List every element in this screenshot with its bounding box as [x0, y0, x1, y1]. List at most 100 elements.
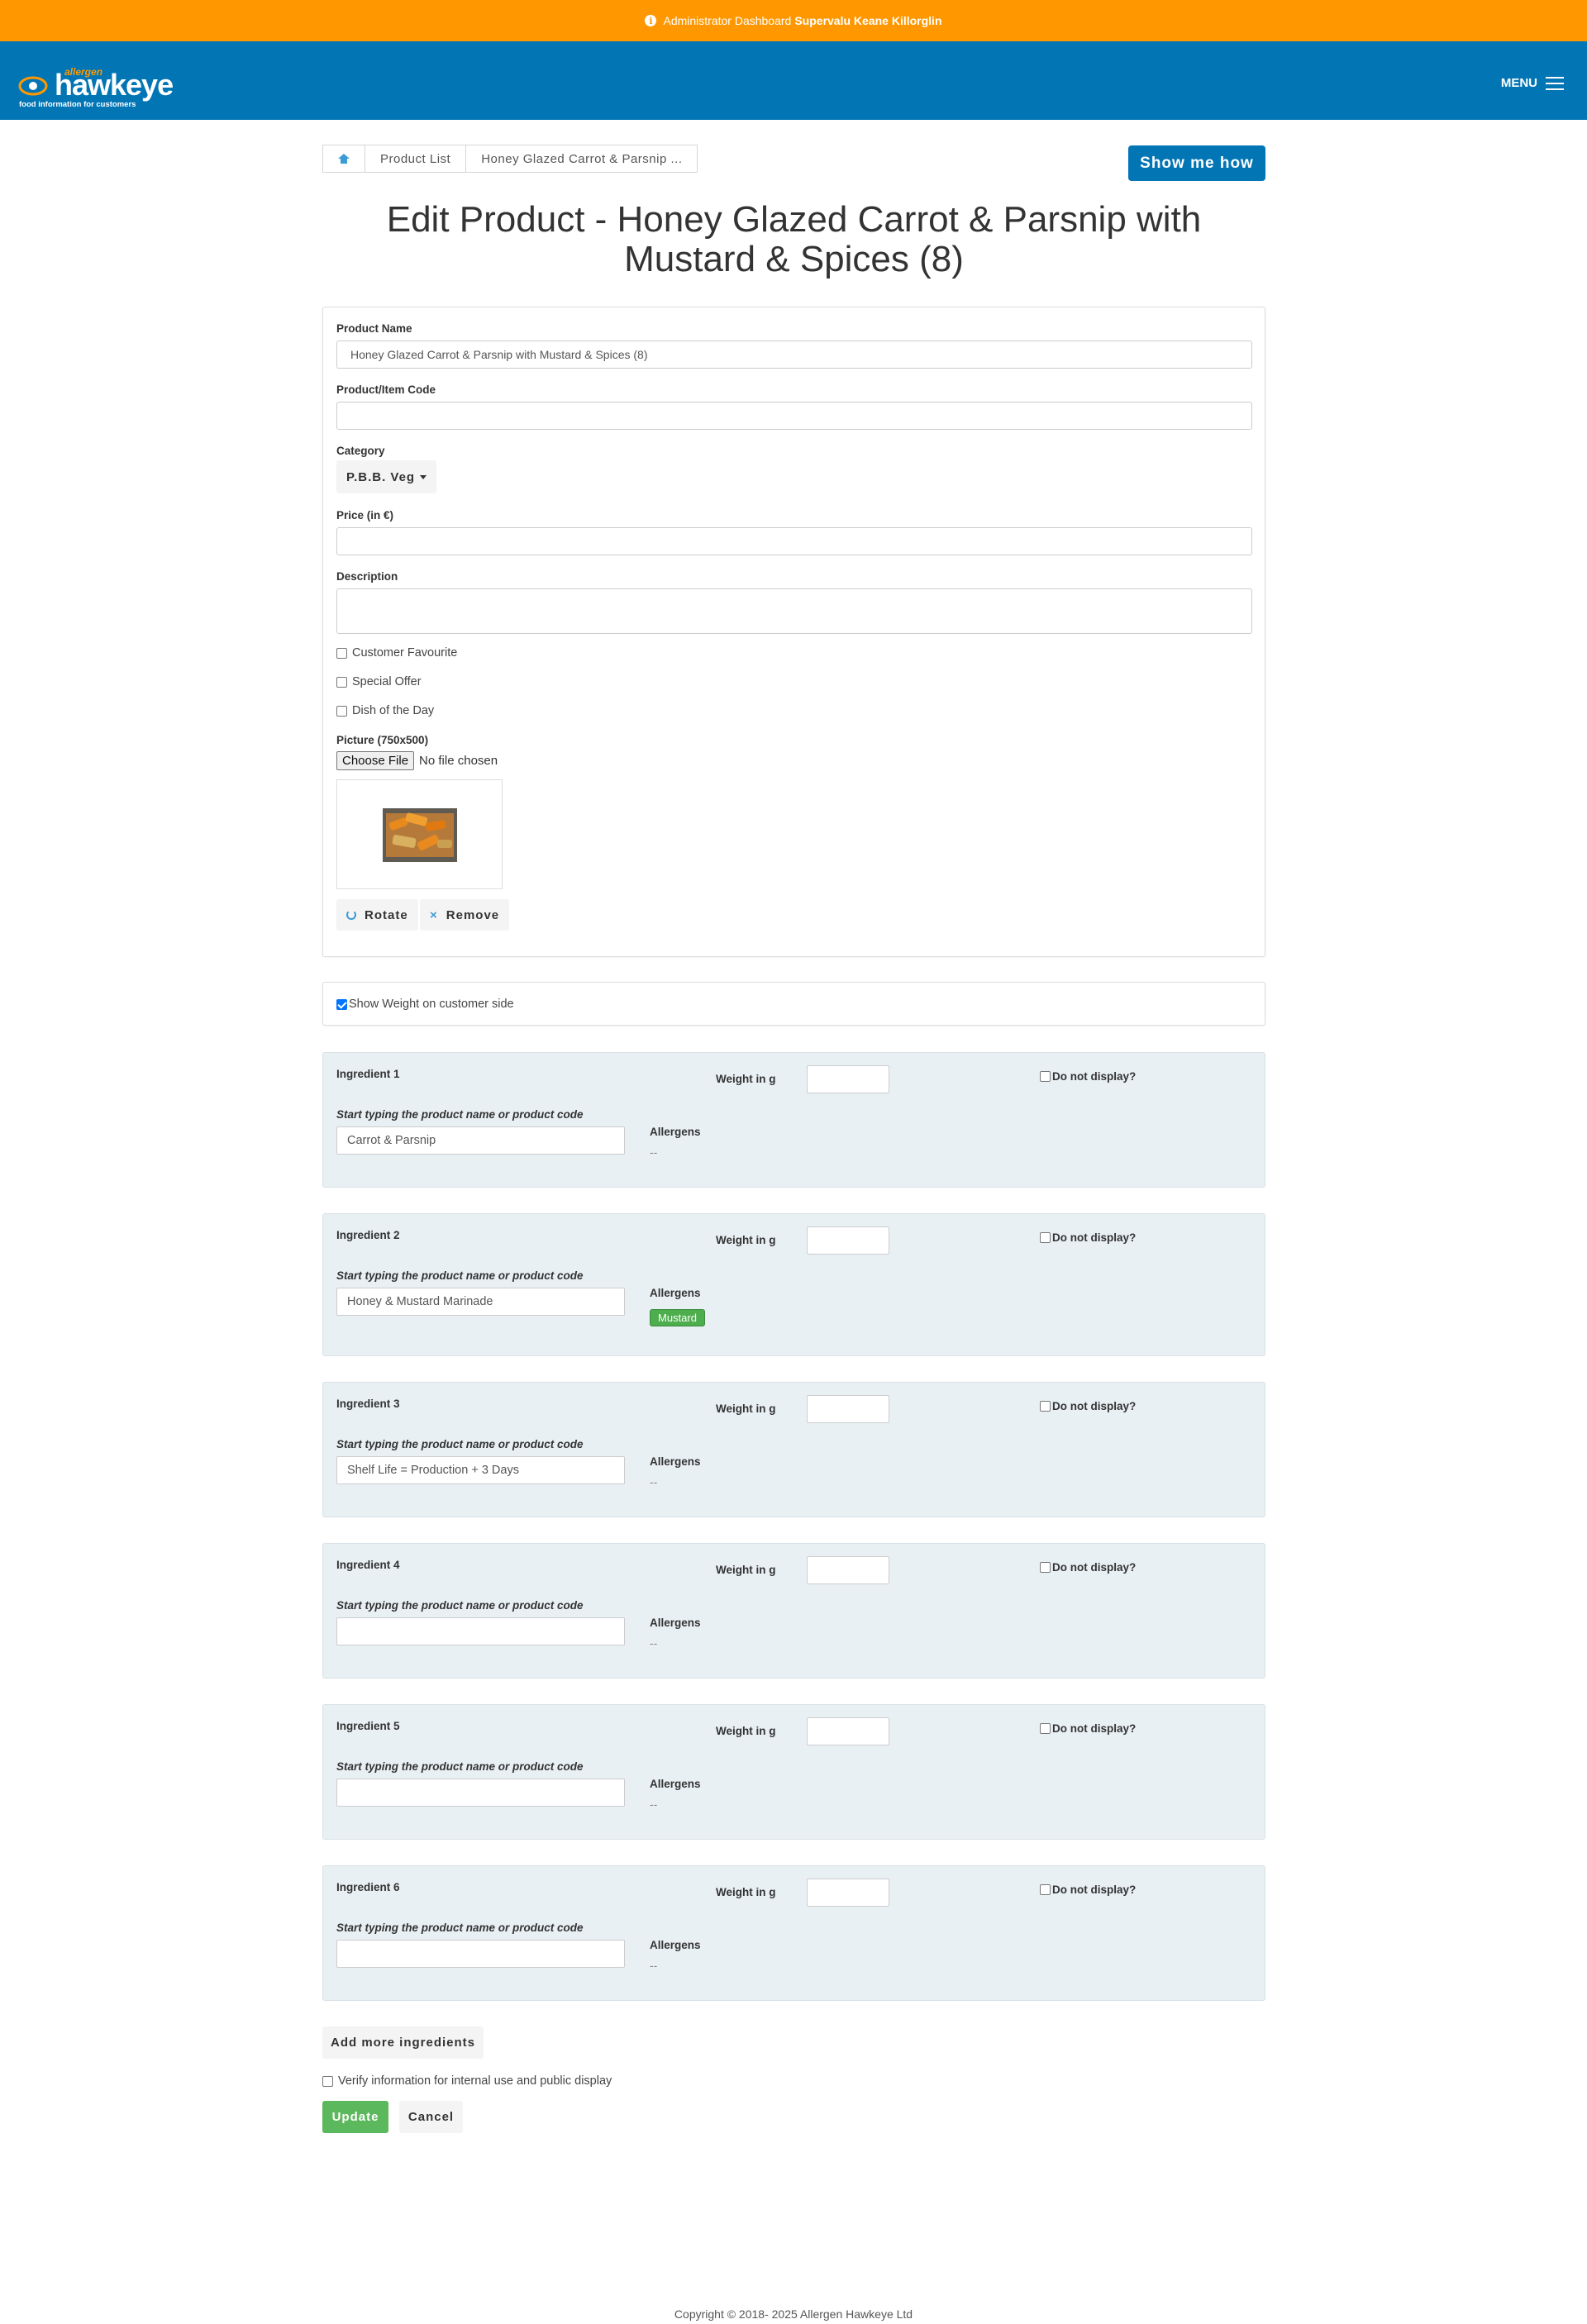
ingredient-hint: Start typing the product name or product… [336, 1438, 584, 1450]
remove-label: Remove [446, 907, 500, 922]
do-not-display-checkbox[interactable] [1040, 1071, 1051, 1082]
file-status: No file chosen [419, 754, 498, 768]
rotate-button[interactable]: Rotate [336, 899, 418, 931]
allergens-value: -- [650, 1145, 658, 1159]
allergens-value: -- [650, 1798, 658, 1811]
product-name-label: Product Name [336, 322, 412, 335]
rotate-label: Rotate [365, 907, 408, 922]
weight-input[interactable] [807, 1065, 889, 1093]
do-not-display-row: Do not display? [1040, 1400, 1136, 1412]
ingredient-search-input[interactable]: Shelf Life = Production + 3 Days [336, 1456, 625, 1484]
ingredient-hint: Start typing the product name or product… [336, 1599, 584, 1612]
navbar: allergen hawkeye food information for cu… [0, 41, 1587, 120]
info-icon: i [645, 15, 657, 26]
home-icon [338, 154, 350, 164]
eye-logo-icon [18, 76, 48, 96]
allergens-label: Allergens [650, 1455, 701, 1468]
customer-favourite-checkbox[interactable] [336, 647, 347, 659]
ingredient-card-3: Ingredient 3 Weight in g Do not display?… [322, 1382, 1265, 1517]
breadcrumb-home[interactable] [323, 145, 365, 172]
admin-banner-text: Administrator Dashboard [663, 14, 792, 27]
do-not-display-row: Do not display? [1040, 1561, 1136, 1574]
do-not-display-checkbox[interactable] [1040, 1401, 1051, 1412]
do-not-display-label: Do not display? [1052, 1400, 1137, 1412]
product-thumbnail-image [383, 808, 457, 862]
price-label: Price (in €) [336, 509, 394, 521]
weight-label: Weight in g [716, 1886, 776, 1898]
verify-label: Verify information for internal use and … [338, 2074, 612, 2088]
allergens-label: Allergens [650, 1778, 701, 1790]
ingredient-search-input[interactable] [336, 1940, 625, 1968]
item-code-input[interactable] [336, 402, 1252, 430]
ingredient-search-input[interactable]: Carrot & Parsnip [336, 1126, 625, 1155]
choose-file-button[interactable]: Choose File [336, 751, 415, 770]
category-label: Category [336, 445, 385, 457]
caret-down-icon [420, 474, 427, 479]
allergen-badge-mustard: Mustard [650, 1309, 705, 1326]
do-not-display-row: Do not display? [1040, 1231, 1136, 1244]
add-more-ingredients-button[interactable]: Add more ingredients [322, 2026, 484, 2059]
allergens-value: -- [650, 1636, 658, 1650]
hawkeye-logo[interactable]: allergen hawkeye food information for cu… [18, 66, 192, 109]
ingredient-title: Ingredient 3 [336, 1398, 400, 1410]
special-offer-checkbox[interactable] [336, 676, 347, 688]
picture-preview [336, 779, 503, 889]
weight-label: Weight in g [716, 1725, 776, 1737]
product-form-panel: Product Name Honey Glazed Carrot & Parsn… [322, 307, 1265, 957]
ingredient-title: Ingredient 6 [336, 1881, 400, 1893]
weight-input[interactable] [807, 1717, 889, 1745]
category-dropdown[interactable]: P.B.B. Veg [336, 460, 437, 493]
breadcrumb-product-list[interactable]: Product List [365, 145, 467, 172]
admin-banner: i Administrator Dashboard Supervalu Kean… [0, 0, 1587, 41]
footer-copyright: Copyright © 2018- 2025 Allergen Hawkeye … [674, 2307, 913, 2321]
do-not-display-label: Do not display? [1052, 1070, 1137, 1083]
show-weight-checkbox[interactable] [336, 998, 347, 1010]
ingredient-hint: Start typing the product name or product… [336, 1760, 584, 1773]
customer-favourite-label: Customer Favourite [352, 646, 458, 660]
rotate-icon [346, 910, 356, 920]
weight-input[interactable] [807, 1879, 889, 1907]
do-not-display-label: Do not display? [1052, 1231, 1137, 1244]
product-name-input[interactable]: Honey Glazed Carrot & Parsnip with Musta… [336, 341, 1252, 369]
description-textarea[interactable] [336, 588, 1252, 634]
show-weight-label: Show Weight on customer side [349, 998, 514, 1011]
weight-input[interactable] [807, 1226, 889, 1255]
do-not-display-checkbox[interactable] [1040, 1232, 1051, 1243]
page-title: Edit Product - Honey Glazed Carrot & Par… [386, 199, 1202, 279]
price-input[interactable] [336, 527, 1252, 555]
dish-of-the-day-checkbox[interactable] [336, 705, 347, 717]
ingredient-search-input[interactable]: Honey & Mustard Marinade [336, 1288, 625, 1316]
description-label: Description [336, 570, 398, 583]
verify-checkbox[interactable] [322, 2075, 333, 2087]
item-code-label: Product/Item Code [336, 383, 436, 396]
dish-of-the-day-label: Dish of the Day [352, 704, 435, 717]
ingredient-hint: Start typing the product name or product… [336, 1922, 584, 1934]
remove-button[interactable]: × Remove [420, 899, 510, 931]
show-me-how-button[interactable]: Show me how [1128, 145, 1265, 181]
cancel-button[interactable]: Cancel [399, 2101, 463, 2133]
do-not-display-row: Do not display? [1040, 1722, 1136, 1735]
menu-button[interactable]: MENU [1501, 76, 1564, 90]
allergens-label: Allergens [650, 1617, 701, 1629]
ingredient-title: Ingredient 2 [336, 1229, 400, 1241]
menu-label: MENU [1500, 76, 1537, 90]
ingredient-hint: Start typing the product name or product… [336, 1269, 584, 1282]
ingredient-card-4: Ingredient 4 Weight in g Do not display?… [322, 1543, 1265, 1679]
do-not-display-checkbox[interactable] [1040, 1884, 1051, 1895]
allergens-label: Allergens [650, 1287, 701, 1299]
ingredient-card-1: Ingredient 1 Weight in g Do not display?… [322, 1052, 1265, 1188]
weight-label: Weight in g [716, 1073, 776, 1085]
ingredient-search-input[interactable] [336, 1779, 625, 1807]
do-not-display-checkbox[interactable] [1040, 1723, 1051, 1734]
allergens-label: Allergens [650, 1126, 701, 1138]
update-button[interactable]: Update [322, 2101, 388, 2133]
dish-of-the-day-row: Dish of the Day [336, 704, 434, 717]
weight-input[interactable] [807, 1395, 889, 1423]
ingredient-card-5: Ingredient 5 Weight in g Do not display?… [322, 1704, 1265, 1840]
do-not-display-row: Do not display? [1040, 1070, 1136, 1083]
allergens-value: -- [650, 1475, 658, 1488]
weight-input[interactable] [807, 1556, 889, 1584]
do-not-display-checkbox[interactable] [1040, 1562, 1051, 1573]
ingredient-search-input[interactable] [336, 1617, 625, 1645]
breadcrumb-current-product[interactable]: Honey Glazed Carrot & Parsnip ... [466, 145, 697, 172]
